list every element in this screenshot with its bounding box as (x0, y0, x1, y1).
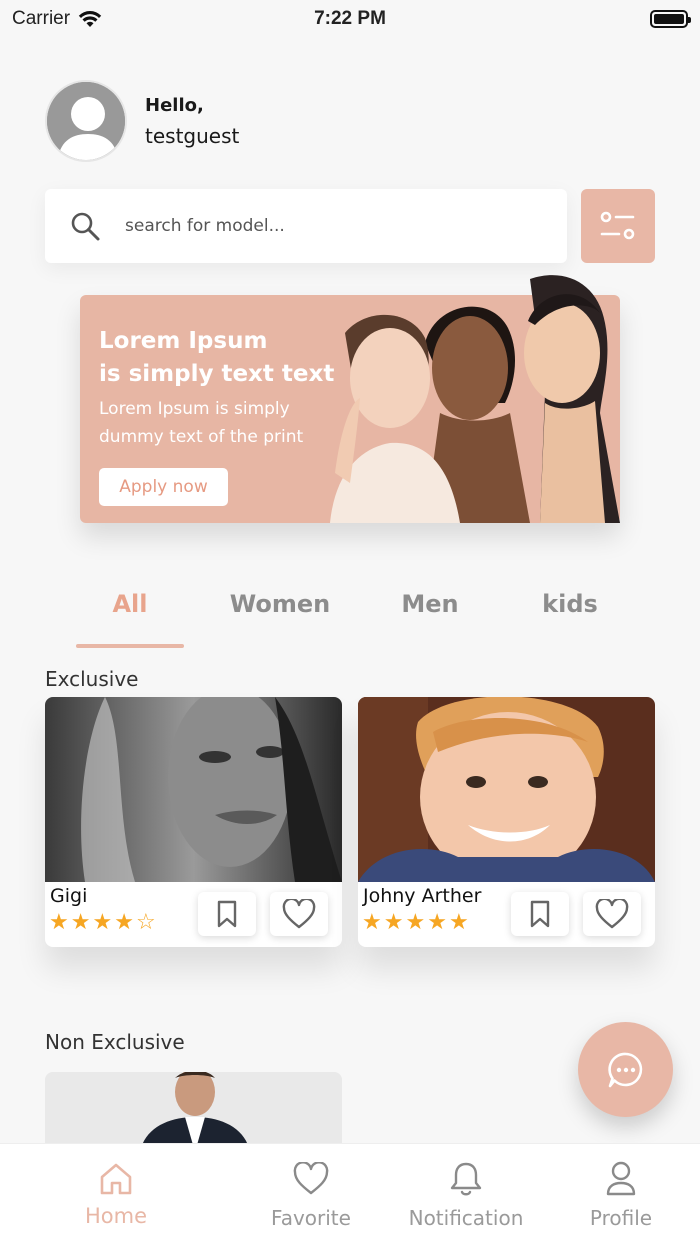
heart-icon (293, 1162, 329, 1195)
carrier-label: Carrier (12, 8, 71, 29)
star-icon: ★ (49, 910, 69, 935)
greeting-text: Hello, (145, 94, 204, 116)
nav-notification[interactable]: Notification (396, 1158, 536, 1230)
user-header: Hello, testguest (45, 80, 239, 162)
bell-icon (450, 1162, 482, 1196)
battery-icon (650, 10, 691, 28)
username: testguest (145, 123, 240, 148)
star-icon: ★ (362, 910, 382, 935)
bookmark-button[interactable] (198, 892, 256, 936)
rating-stars: ★ ★ ★ ★ ☆ (49, 912, 156, 934)
home-icon (100, 1163, 132, 1195)
star-icon: ★ (448, 910, 469, 935)
nav-favorite-label: Favorite (271, 1206, 351, 1230)
search-input[interactable] (125, 216, 485, 236)
favorite-button[interactable] (583, 892, 641, 936)
sliders-icon (600, 211, 635, 240)
chat-icon (607, 1052, 642, 1087)
bookmark-button[interactable] (511, 892, 569, 936)
apply-now-button[interactable]: Apply now (99, 468, 228, 506)
section-title-exclusive: Exclusive (45, 667, 139, 691)
filter-button[interactable] (581, 189, 655, 263)
nav-home-label: Home (84, 1204, 147, 1228)
nav-profile-label: Profile (589, 1206, 653, 1230)
model-name: Johny Arther (363, 885, 482, 907)
model-card[interactable]: Gigi ★ ★ ★ ★ ☆ (45, 697, 342, 947)
user-icon (606, 1161, 636, 1196)
star-icon: ★ (70, 910, 91, 935)
tab-kids[interactable]: kids (520, 590, 620, 618)
star-icon: ★ (114, 910, 134, 935)
search-bar[interactable] (45, 189, 567, 263)
category-tabs: All Women Men kids (0, 580, 700, 650)
model-card[interactable] (45, 1072, 342, 1152)
user-placeholder-icon (47, 82, 125, 160)
model-name: Gigi (50, 885, 88, 907)
model-photo (358, 697, 655, 882)
model-photo (45, 697, 342, 882)
nav-profile[interactable]: Profile (551, 1158, 691, 1230)
star-outline-icon: ☆ (135, 910, 156, 935)
banner-title: Lorem Ipsum is simply text text (99, 328, 335, 387)
avatar[interactable] (45, 80, 127, 162)
tab-women[interactable]: Women (215, 590, 345, 618)
status-time: 7:22 PM (314, 8, 386, 29)
star-icon: ★ (427, 910, 447, 935)
tab-men[interactable]: Men (380, 590, 480, 618)
heart-icon (282, 899, 316, 929)
model-card[interactable]: Johny Arther ★ ★ ★ ★ ★ (358, 697, 655, 947)
star-icon: ★ (383, 910, 404, 935)
banner-subtitle: Lorem Ipsum is simply dummy text of the … (99, 399, 304, 447)
tab-all[interactable]: All (76, 590, 184, 618)
heart-icon (595, 899, 629, 929)
nav-home[interactable]: Home (46, 1158, 186, 1228)
promo-banner: Lorem Ipsum is simply text text Lorem Ip… (80, 275, 620, 523)
star-icon: ★ (92, 910, 113, 935)
wifi-icon (78, 11, 102, 27)
chat-button[interactable] (578, 1022, 673, 1117)
search-icon (71, 212, 100, 241)
bookmark-icon (217, 900, 237, 928)
rating-stars: ★ ★ ★ ★ ★ (362, 912, 469, 934)
section-title-non-exclusive: Non Exclusive (45, 1030, 185, 1054)
active-tab-indicator (76, 644, 184, 648)
nav-favorite[interactable]: Favorite (241, 1158, 381, 1230)
star-icon: ★ (405, 910, 426, 935)
status-bar: Carrier 7:22 PM (0, 0, 700, 38)
bottom-nav: Home Favorite Notification Profile (0, 1143, 700, 1244)
nav-notification-label: Notification (408, 1206, 524, 1230)
favorite-button[interactable] (270, 892, 328, 936)
models-photo (330, 275, 620, 523)
bookmark-icon (530, 900, 550, 928)
model-photo (45, 1072, 342, 1152)
